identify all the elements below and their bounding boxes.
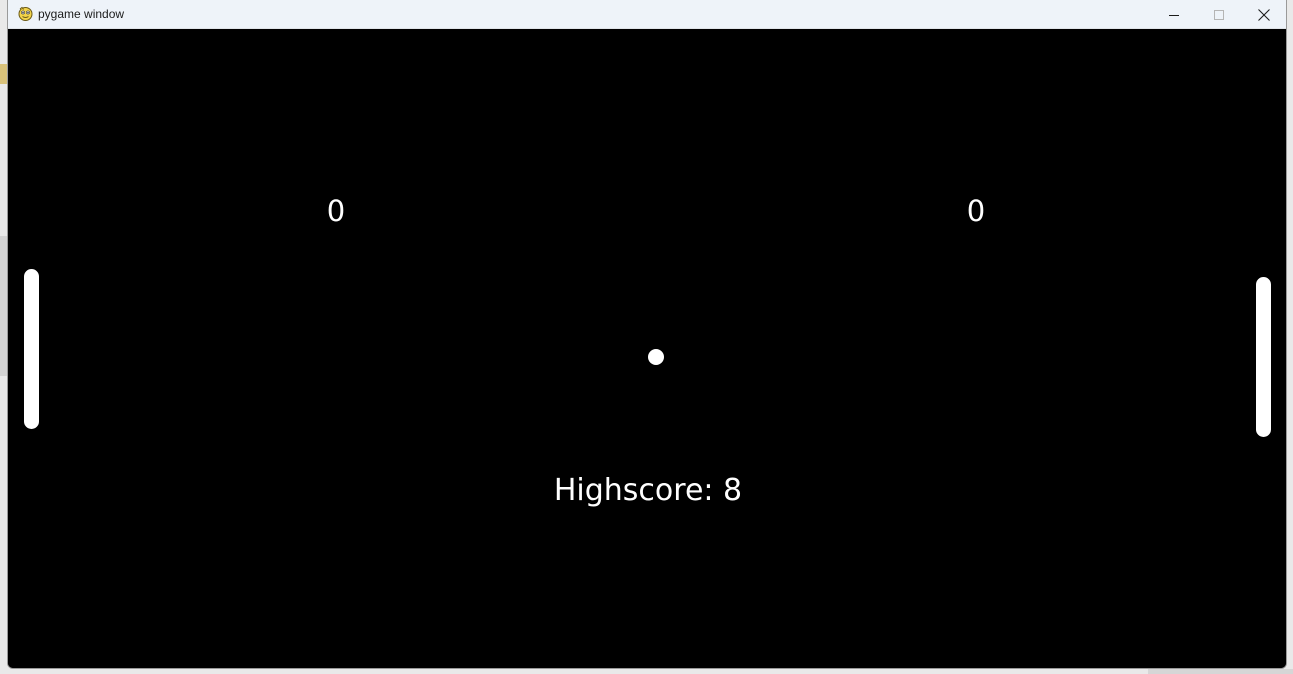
background-taskbar-edge <box>1148 669 1293 674</box>
right-player-score: 0 <box>966 194 986 228</box>
close-button[interactable] <box>1241 0 1286 29</box>
title-bar[interactable]: pygame window <box>8 0 1286 29</box>
pygame-window[interactable]: pygame window 0 0 Highscore: 8 <box>7 0 1287 669</box>
window-title: pygame window <box>38 7 125 21</box>
maximize-icon <box>1214 9 1224 20</box>
right-paddle <box>1256 277 1271 437</box>
game-canvas[interactable]: 0 0 Highscore: 8 <box>8 29 1286 668</box>
close-icon <box>1258 8 1270 21</box>
minimize-button[interactable] <box>1151 0 1197 29</box>
ball <box>648 349 664 365</box>
left-paddle <box>24 269 39 429</box>
pygame-snake-icon <box>17 5 34 22</box>
background-app-icon <box>0 64 7 84</box>
left-player-score: 0 <box>326 194 346 228</box>
highscore-label: Highscore: 8 <box>553 473 743 508</box>
background-window-edge <box>0 236 7 376</box>
minimize-icon <box>1169 10 1179 20</box>
maximize-button[interactable] <box>1196 0 1242 29</box>
